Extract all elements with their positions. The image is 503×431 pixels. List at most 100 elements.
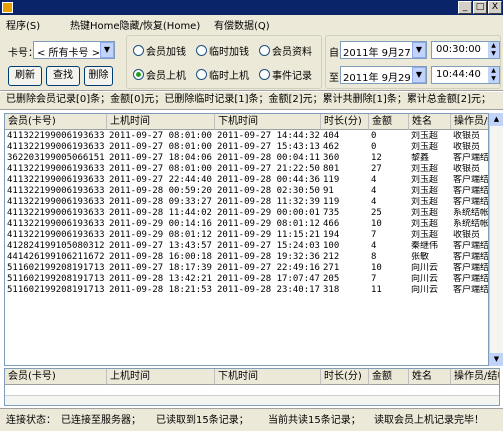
radio-member-online-label[interactable]: 会员上机	[146, 67, 186, 82]
delete-button[interactable]: 删除	[84, 66, 113, 86]
table-cell: 2011-09-28 00:44:36	[217, 175, 320, 185]
radio-member-online[interactable]	[133, 69, 144, 80]
column-header-duration[interactable]: 时长(分)	[321, 369, 369, 385]
table-cell: 刘玉超	[411, 142, 439, 152]
to-time-spinner[interactable]: 10:44:40 ▲ ▼	[431, 66, 500, 84]
table-cell: 360	[323, 153, 340, 163]
table-row[interactable]: 411322199006193633 2011-09-28 09:33:27 201…	[5, 197, 488, 208]
close-button[interactable]: X	[488, 1, 502, 14]
table-row[interactable]: 511602199208191713 2011-09-27 18:17:39 201…	[5, 263, 489, 274]
table-cell: 2011-09-29 11:15:21	[217, 230, 320, 240]
radio-temp-recharge-label[interactable]: 临时加钱	[209, 43, 249, 58]
column-header-name[interactable]: 姓名	[409, 369, 451, 385]
table-row[interactable]: 511602199208191713 2011-09-28 13:42:21 201…	[5, 274, 488, 285]
table-cell: 秦继伟	[411, 241, 439, 251]
table-cell: 2011-09-27 18:17:39	[109, 263, 212, 273]
radio-event-log-label[interactable]: 事件记录	[272, 67, 312, 82]
column-header-start[interactable]: 上机时间	[107, 114, 215, 130]
horizontal-scrollbar[interactable]	[5, 395, 499, 405]
table-row[interactable]: 511602199208191713 2011-09-28 18:21:53 201…	[5, 285, 489, 296]
radio-temp-recharge[interactable]	[196, 45, 207, 56]
menu-hotkey[interactable]: 热键Home隐藏/恢复(Home)	[70, 17, 200, 32]
refresh-button[interactable]: 刷新	[8, 66, 42, 86]
chevron-down-icon[interactable]: ▼	[100, 42, 114, 58]
table-cell: 2011-09-27 22:49:16	[217, 263, 320, 273]
column-header-operator[interactable]: 操作员/结帐	[451, 114, 488, 130]
table-cell: 194	[323, 230, 340, 240]
column-header-start[interactable]: 上机时间	[107, 369, 215, 385]
table-cell: 刘玉超	[411, 164, 439, 174]
minimize-button[interactable]: _	[458, 1, 472, 14]
search-button[interactable]: 查找	[46, 66, 80, 86]
menu-paid-data[interactable]: 有偿数据(Q)	[214, 17, 270, 32]
table-cell: 客户端结帐	[453, 285, 489, 295]
table-cell: 441426199106211672	[7, 252, 105, 262]
radio-member-profile[interactable]	[259, 45, 270, 56]
table-cell: 刘玉超	[411, 208, 439, 218]
column-header-card[interactable]: 会员(卡号)	[5, 114, 107, 130]
table-row[interactable]: 411322199006193633 2011-09-28 00:59:20 201…	[5, 186, 488, 197]
table-row[interactable]: 411322199006193633 2011-09-27 08:01:00 201…	[5, 164, 488, 175]
table-cell: 27	[371, 164, 382, 174]
status-total: 当前共读15条记录；	[268, 415, 361, 426]
calendar-dropdown-icon[interactable]: ▼	[412, 42, 426, 58]
table-row[interactable]: 411322199006193633 2011-09-27 22:44:40 201…	[5, 175, 488, 186]
table-cell: 客户端结帐	[453, 263, 489, 273]
table-cell: 2011-09-28 19:32:36	[217, 252, 320, 262]
scroll-up-icon[interactable]: ▲	[490, 113, 503, 126]
table-row[interactable]: 412824199105080312 2011-09-27 13:43:57 201…	[5, 241, 488, 252]
scroll-down-icon[interactable]: ▼	[490, 353, 503, 366]
secondary-table[interactable]: 会员(卡号) 上机时间 下机时间 时长(分) 金额 姓名 操作员/结帐	[4, 368, 500, 406]
column-header-card[interactable]: 会员(卡号)	[5, 369, 107, 385]
radio-event-log[interactable]	[259, 69, 270, 80]
table-cell: 4	[371, 241, 377, 251]
to-date-picker[interactable]: 2011年 9月29日 ▼	[340, 66, 427, 84]
table-cell: 2011-09-28 02:30:50	[217, 186, 320, 196]
column-header-duration[interactable]: 时长(分)	[321, 114, 369, 130]
spin-down-icon[interactable]: ▼	[488, 50, 499, 58]
table-cell: 411322199006193633	[7, 208, 105, 218]
table-row[interactable]: 441426199106211672 2011-09-28 16:00:18 201…	[5, 252, 488, 263]
column-header-name[interactable]: 姓名	[409, 114, 451, 130]
table-cell: 91	[323, 186, 334, 196]
column-header-operator[interactable]: 操作员/结帐	[451, 369, 499, 385]
status-done: 读取会员上机记录完毕！	[374, 415, 484, 426]
radio-temp-online-label[interactable]: 临时上机	[209, 67, 249, 82]
column-header-end[interactable]: 下机时间	[215, 369, 321, 385]
spin-up-icon[interactable]: ▲	[488, 42, 499, 50]
table-row[interactable]: 411322199006193633 2011-09-27 08:01:00 201…	[5, 142, 488, 153]
menu-program[interactable]: 程序(S)	[6, 17, 40, 32]
table-row[interactable]: 411322199006193633 2011-09-28 11:44:02 201…	[5, 208, 488, 219]
from-time-spinner[interactable]: 00:30:00 ▲ ▼	[431, 41, 500, 59]
table-cell: 客户端结帐	[453, 153, 489, 163]
vertical-scrollbar[interactable]: ▲ ▼	[489, 113, 503, 366]
title-bar: _ □ X	[0, 0, 503, 15]
spin-up-icon[interactable]: ▲	[488, 67, 499, 75]
table-cell: 10	[371, 219, 382, 229]
calendar-dropdown-icon[interactable]: ▼	[412, 67, 426, 83]
table-row[interactable]: 411322199006193633 2011-09-29 08:01:12 201…	[5, 230, 488, 241]
menu-bar: 程序(S) 热键Home隐藏/恢复(Home) 有偿数据(Q)	[0, 15, 503, 33]
column-header-amount[interactable]: 金额	[369, 369, 409, 385]
table-cell: 向川云	[411, 285, 439, 295]
radio-member-profile-label[interactable]: 会员资料	[272, 43, 312, 58]
card-select[interactable]: < 所有卡号 > ▼	[33, 41, 115, 59]
table-row[interactable]: 411322199006193633 2011-09-27 08:01:00 201…	[5, 131, 488, 142]
spin-down-icon[interactable]: ▼	[488, 75, 499, 83]
table-cell: 2011-09-27 13:43:57	[109, 241, 212, 251]
table-cell: 2011-09-27 22:44:40	[109, 175, 212, 185]
summary-text: 已删除会员记录[0]条；金额[0]元；已删除临时记录[1]条；金额[2]元；累计…	[0, 92, 503, 110]
table-cell: 张敏	[411, 252, 430, 262]
table-row[interactable]: 411322199006193633 2011-09-29 00:14:16 201…	[5, 219, 488, 230]
column-header-end[interactable]: 下机时间	[215, 114, 321, 130]
table-row[interactable]: 362203199005066151 2011-09-27 18:04:06 201…	[5, 153, 489, 164]
radio-temp-online[interactable]	[196, 69, 207, 80]
maximize-button[interactable]: □	[473, 1, 487, 14]
from-date-picker[interactable]: 2011年 9月27日 ▼	[340, 41, 427, 59]
radio-member-recharge[interactable]	[133, 45, 144, 56]
column-header-amount[interactable]: 金额	[369, 114, 409, 130]
radio-member-recharge-label[interactable]: 会员加钱	[146, 43, 186, 58]
records-table[interactable]: 会员(卡号) 上机时间 下机时间 时长(分) 金额 姓名 操作员/结帐 4113…	[4, 113, 489, 366]
table-cell: 11	[371, 285, 382, 295]
table-cell: 2011-09-29 00:14:16	[109, 219, 212, 229]
